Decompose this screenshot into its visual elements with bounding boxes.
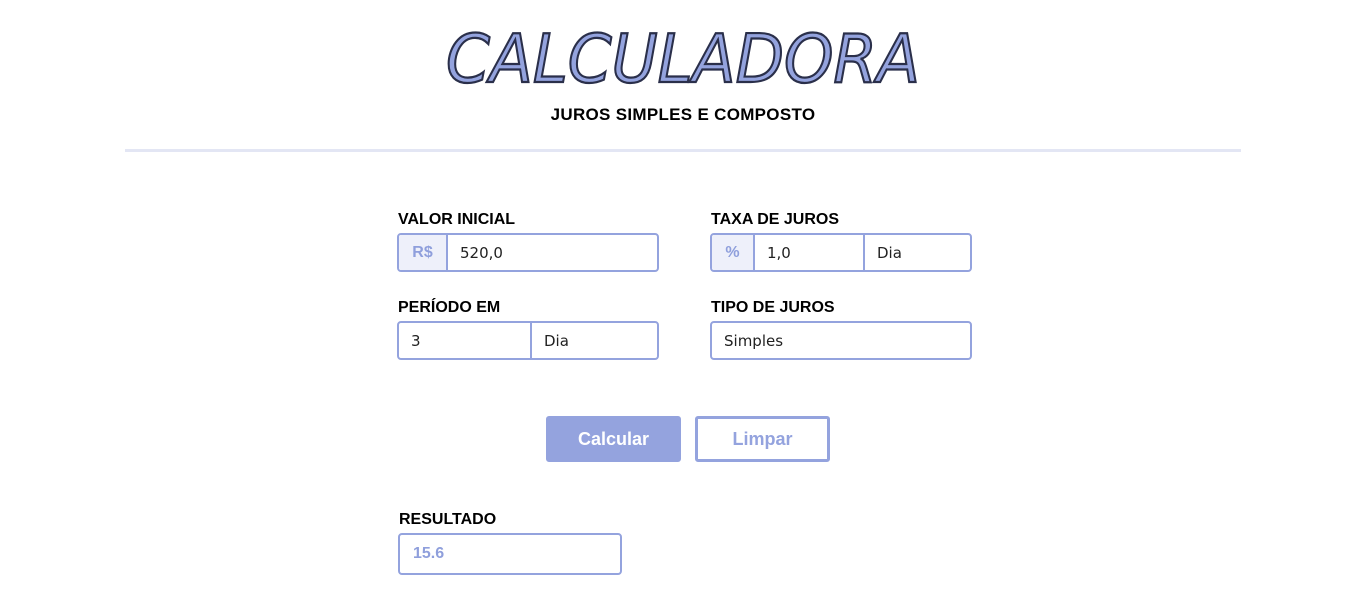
percent-prefix: % [712,235,753,270]
periodo-label: PERÍODO EM [398,299,501,316]
valor-inicial-label: VALOR INICIAL [398,211,516,228]
taxa-de-juros-group: % 1,0 Dia [710,233,972,272]
tipo-de-juros-label: TIPO DE JUROS [711,299,835,316]
page-title: CALCULADORA [445,19,921,94]
calculator-page: CALCULADORA JUROS SIMPLES E COMPOSTO VAL… [0,0,1366,608]
resultado-value: 15.6 [398,533,622,575]
taxa-unit-select[interactable]: Dia [863,235,970,270]
page-subtitle: JUROS SIMPLES E COMPOSTO [550,105,816,124]
valor-inicial-group: R$ 520,0 [397,233,659,272]
taxa-de-juros-input[interactable]: 1,0 [753,235,863,270]
calcular-button[interactable]: Calcular [546,416,681,462]
periodo-group: 3 Dia [397,321,659,360]
limpar-button[interactable]: Limpar [695,416,830,462]
tipo-de-juros-select[interactable]: Simples [712,323,970,358]
valor-inicial-input[interactable]: 520,0 [446,235,657,270]
taxa-de-juros-label: TAXA DE JUROS [711,211,840,228]
periodo-input[interactable]: 3 [399,323,530,358]
currency-prefix: R$ [399,235,446,270]
title-text: CALCULADORA [446,20,920,94]
resultado-label: RESULTADO [399,511,497,528]
periodo-unit-select[interactable]: Dia [530,323,657,358]
divider [125,149,1241,152]
tipo-de-juros-group: Simples [710,321,972,360]
